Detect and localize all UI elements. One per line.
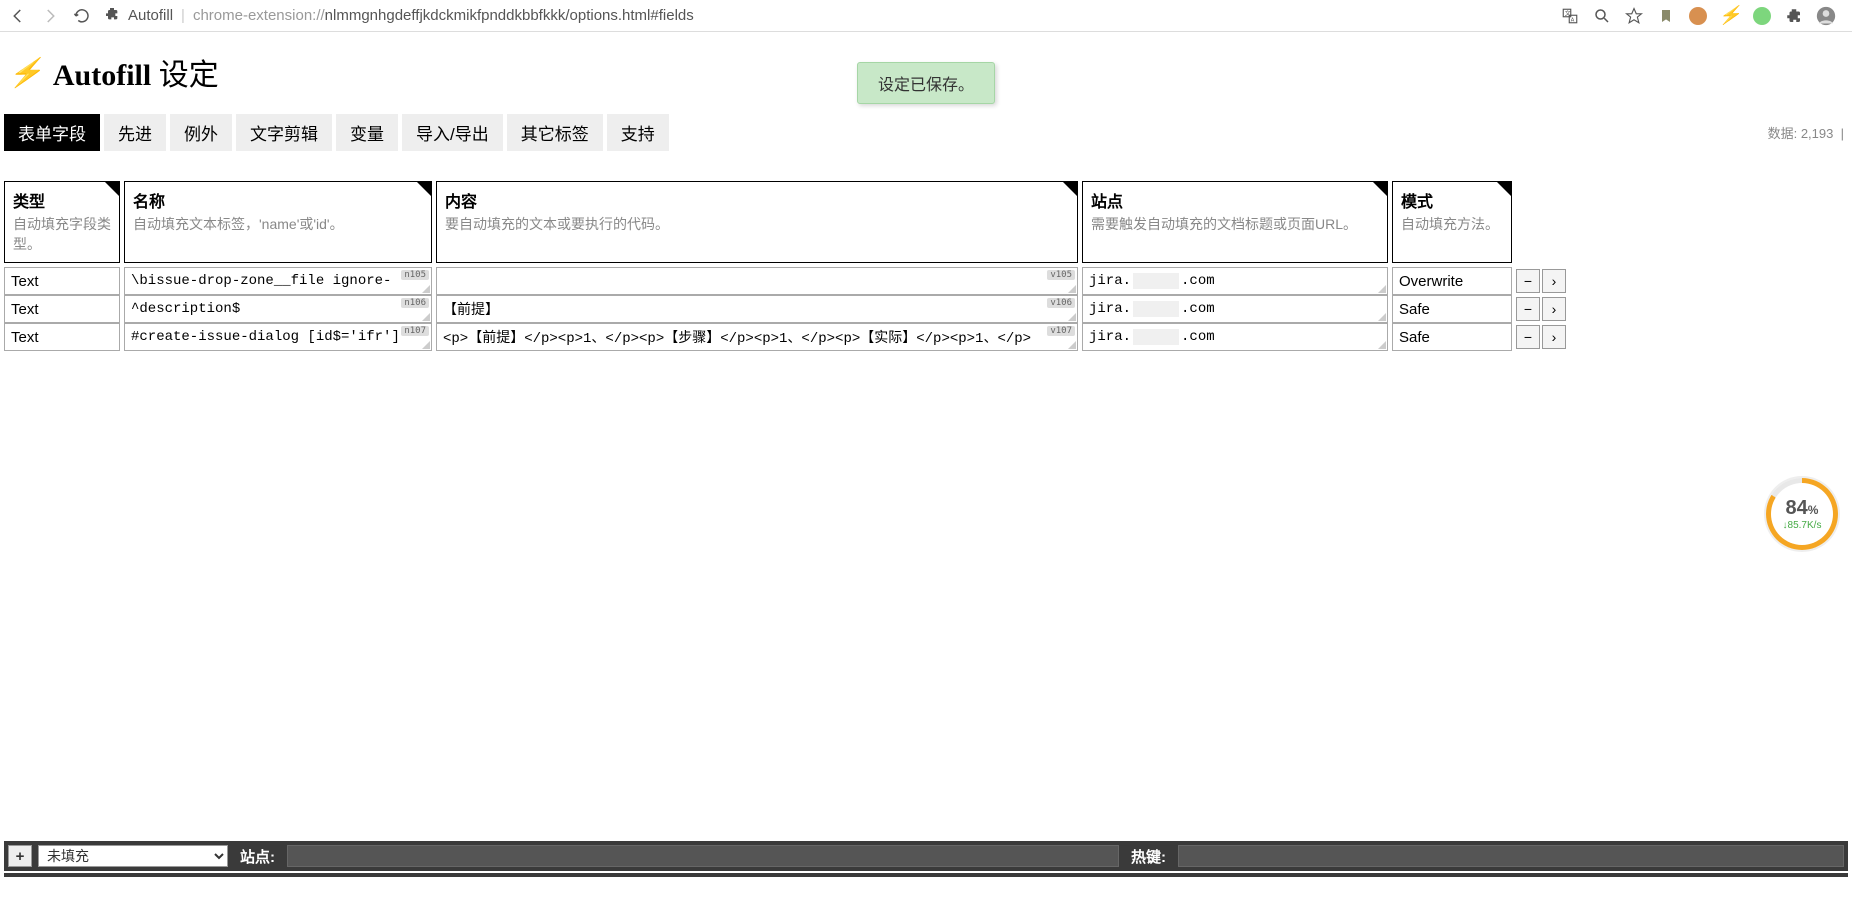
- profile-icon[interactable]: [1816, 6, 1836, 26]
- saved-toast: 设定已保存。: [857, 62, 995, 104]
- tab-support[interactable]: 支持: [607, 114, 669, 151]
- profile-select[interactable]: 未填充: [38, 845, 228, 867]
- table-row: Text ^description$n106 【前提】v106 jira..co…: [4, 295, 1848, 323]
- svg-text:文: 文: [1565, 9, 1571, 17]
- column-headers: 类型 自动填充字段类型。 名称 自动填充文本标签，'name'或'id'。 内容…: [0, 181, 1852, 263]
- rows-container: Text \bissue-drop-zone__file ignore-n105…: [0, 267, 1852, 351]
- value-input[interactable]: v105: [436, 267, 1078, 295]
- back-button[interactable]: [8, 6, 28, 26]
- remove-button[interactable]: −: [1516, 297, 1540, 321]
- hotkey-input[interactable]: [1178, 845, 1844, 867]
- forward-button[interactable]: [40, 6, 60, 26]
- table-row: Text \bissue-drop-zone__file ignore-n105…: [4, 267, 1848, 295]
- page-title: Autofill 设定: [53, 50, 219, 94]
- col-mode[interactable]: 模式 自动填充方法。: [1392, 181, 1512, 263]
- bookmark-icon[interactable]: [1656, 6, 1676, 26]
- extension-icon: [104, 6, 120, 26]
- address-bar[interactable]: Autofill | chrome-extension://nlmmgnhgde…: [104, 6, 1548, 26]
- row-actions: − ›: [1516, 267, 1566, 295]
- zoom-icon[interactable]: [1592, 6, 1612, 26]
- extensions-icon[interactable]: [1784, 6, 1804, 26]
- tab-import-export[interactable]: 导入/导出: [402, 114, 503, 151]
- site-input[interactable]: [287, 845, 1119, 867]
- tab-fields[interactable]: 表单字段: [4, 114, 100, 151]
- type-cell[interactable]: Text: [4, 295, 120, 323]
- bottom-bar: + 未填充 站点: 热键:: [4, 841, 1848, 871]
- svg-text:A: A: [1571, 17, 1575, 23]
- more-button[interactable]: ›: [1542, 325, 1566, 349]
- more-button[interactable]: ›: [1542, 297, 1566, 321]
- browser-toolbar: Autofill | chrome-extension://nlmmgnhgde…: [0, 0, 1852, 32]
- page-name: Autofill: [128, 7, 173, 24]
- name-input[interactable]: ^description$n106: [124, 295, 432, 323]
- tab-exceptions[interactable]: 例外: [170, 114, 232, 151]
- value-input[interactable]: 【前提】v106: [436, 295, 1078, 323]
- site-input[interactable]: jira..com: [1082, 295, 1388, 323]
- speed-widget[interactable]: 84% ↓85.7K/s: [1766, 478, 1838, 550]
- site-label: 站点:: [234, 846, 281, 867]
- mode-select[interactable]: Safe: [1392, 323, 1512, 351]
- col-value[interactable]: 内容 要自动填充的文本或要执行的代码。: [436, 181, 1078, 263]
- row-actions: − ›: [1516, 323, 1566, 351]
- hotkey-label: 热键:: [1125, 846, 1172, 867]
- remove-button[interactable]: −: [1516, 269, 1540, 293]
- site-input[interactable]: jira..com: [1082, 267, 1388, 295]
- green-ext-icon[interactable]: [1752, 6, 1772, 26]
- bottom-divider: [4, 873, 1848, 877]
- type-cell[interactable]: Text: [4, 267, 120, 295]
- more-button[interactable]: ›: [1542, 269, 1566, 293]
- tabs: 表单字段 先进 例外 文字剪辑 变量 导入/导出 其它标签 支持: [4, 114, 669, 151]
- mode-select[interactable]: Overwrite: [1392, 267, 1512, 295]
- value-input[interactable]: <p>【前提】</p><p>1、</p><p>【步骤】</p><p>1、</p>…: [436, 323, 1078, 351]
- speed-rate: ↓85.7K/s: [1783, 520, 1822, 531]
- name-input[interactable]: \bissue-drop-zone__file ignore-n105: [124, 267, 432, 295]
- col-name[interactable]: 名称 自动填充文本标签，'name'或'id'。: [124, 181, 432, 263]
- remove-button[interactable]: −: [1516, 325, 1540, 349]
- site-input[interactable]: jira..com: [1082, 323, 1388, 351]
- page-header: ⚡ Autofill 设定 设定已保存。: [0, 32, 1852, 104]
- add-button[interactable]: +: [8, 845, 32, 867]
- translate-icon[interactable]: 文A: [1560, 6, 1580, 26]
- tabs-row: 表单字段 先进 例外 文字剪辑 变量 导入/导出 其它标签 支持 数据: 2,1…: [0, 114, 1852, 151]
- bookmark-star-icon[interactable]: [1624, 6, 1644, 26]
- name-input[interactable]: #create-issue-dialog [id$='ifr']n107: [124, 323, 432, 351]
- tab-advanced[interactable]: 先进: [104, 114, 166, 151]
- cookie-ext-icon[interactable]: [1688, 6, 1708, 26]
- reload-button[interactable]: [72, 6, 92, 26]
- table-row: Text #create-issue-dialog [id$='ifr']n10…: [4, 323, 1848, 351]
- data-stats: 数据: 2,193 |: [1768, 123, 1848, 142]
- toolbar-icons: 文A ⚡: [1560, 6, 1844, 26]
- row-actions: − ›: [1516, 295, 1566, 323]
- mode-select[interactable]: Safe: [1392, 295, 1512, 323]
- speed-percent: 84%: [1786, 497, 1819, 520]
- autofill-ext-icon[interactable]: ⚡: [1720, 6, 1740, 26]
- type-cell[interactable]: Text: [4, 323, 120, 351]
- tab-variables[interactable]: 变量: [336, 114, 398, 151]
- col-site[interactable]: 站点 需要触发自动填充的文档标题或页面URL。: [1082, 181, 1388, 263]
- tab-textclips[interactable]: 文字剪辑: [236, 114, 332, 151]
- col-type[interactable]: 类型 自动填充字段类型。: [4, 181, 120, 263]
- lightning-icon: ⚡: [8, 56, 43, 89]
- tab-other[interactable]: 其它标签: [507, 114, 603, 151]
